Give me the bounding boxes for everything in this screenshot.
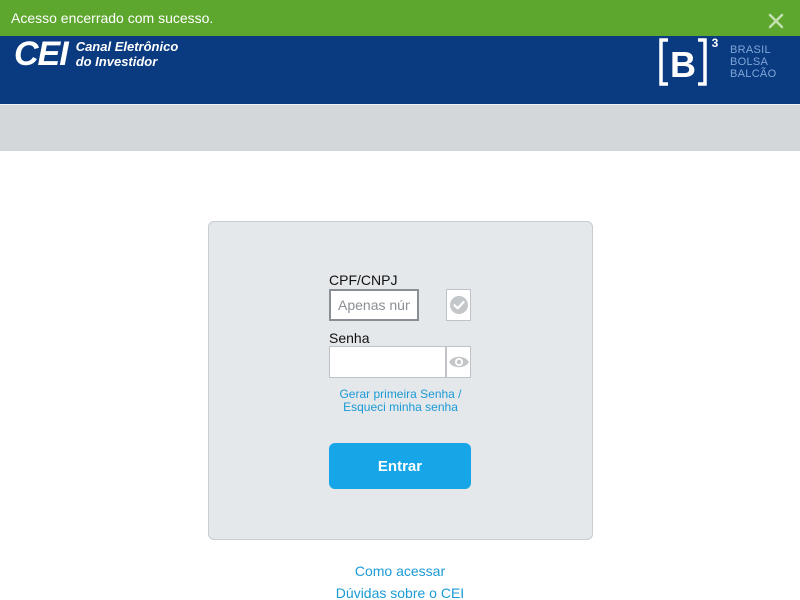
cei-logo-name: Canal Eletrônico do Investidor [76, 39, 179, 69]
forgot-link-line1: Gerar primeira Senha / [339, 387, 462, 401]
notification-bar: Acesso encerrado com sucesso. [0, 0, 800, 36]
svg-text:B: B [670, 44, 696, 85]
svg-text:3: 3 [712, 36, 719, 50]
cpf-input[interactable] [329, 289, 419, 321]
como-acessar-link[interactable]: Como acessar [250, 563, 550, 579]
entrar-button[interactable]: Entrar [329, 443, 471, 489]
cpf-label: CPF/CNPJ [329, 272, 398, 288]
b3-mark-icon: B 3 [659, 36, 719, 86]
cei-logo-mark: CEI [14, 35, 69, 73]
cpf-addon [446, 289, 471, 321]
forgot-link-line2: Esqueci minha senha [343, 400, 458, 414]
page: CEI Canal Eletrônico do Investidor B 3 B… [0, 0, 800, 600]
b3-word-balcao: BALCÃO [730, 68, 777, 80]
notification-message: Acesso encerrado com sucesso. [11, 10, 214, 26]
eye-icon [448, 356, 469, 368]
cei-logo-line2: do Investidor [75, 54, 158, 69]
forgot-password-link[interactable]: Gerar primeira Senha / Esqueci minha sen… [329, 388, 472, 414]
login-card: CPF/CNPJ Senha Gerar primeira Senha / Es… [208, 221, 593, 540]
b3-wordmark: BRASIL BOLSA BALCÃO [730, 44, 776, 80]
cei-logo-line1: Canal Eletrônico [75, 39, 179, 54]
b3-word-bolsa: BOLSA [730, 56, 769, 68]
duvidas-cei-link[interactable]: Dúvidas sobre o CEI [250, 585, 550, 600]
close-icon[interactable] [766, 11, 786, 31]
senha-addon[interactable] [446, 346, 471, 378]
cei-logo: CEI Canal Eletrônico do Investidor [14, 34, 178, 74]
b3-logo: B 3 BRASIL BOLSA BALCÃO [658, 34, 788, 88]
checkmark-circle-icon [449, 296, 468, 314]
senha-label: Senha [329, 330, 370, 346]
b3-word-brasil: BRASIL [730, 44, 771, 56]
senha-input[interactable] [329, 346, 446, 378]
subheader-band [0, 105, 800, 151]
